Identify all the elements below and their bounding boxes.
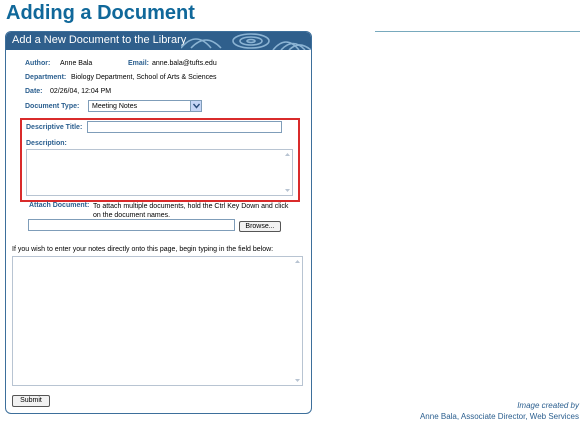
panel-header: Add a New Document to the Library xyxy=(6,32,311,50)
image-credit: Image created by Anne Bala, Associate Di… xyxy=(420,400,579,422)
chevron-down-icon xyxy=(193,103,200,109)
date-label: Date: xyxy=(25,88,43,95)
scroll-up-icon[interactable] xyxy=(284,151,291,158)
scroll-down-icon[interactable] xyxy=(284,187,291,194)
department-value: Biology Department, School of Arts & Sci… xyxy=(71,74,217,81)
description-label: Description: xyxy=(26,140,67,147)
swirl-decoration-icon xyxy=(181,33,311,50)
submit-button[interactable]: Submit xyxy=(12,395,50,407)
credit-line-2: Anne Bala, Associate Director, Web Servi… xyxy=(419,412,579,421)
notes-help-text: If you wish to enter your notes directly… xyxy=(12,246,274,253)
page-title: Adding a Document xyxy=(6,2,195,24)
author-value: Anne Bala xyxy=(60,60,93,67)
attach-help-text: To attach multiple documents, hold the C… xyxy=(93,203,289,219)
author-label: Author: xyxy=(25,60,51,67)
scroll-up-icon[interactable] xyxy=(294,258,301,265)
date-value: 02/26/04, 12:04 PM xyxy=(50,88,112,95)
description-textarea[interactable] xyxy=(26,149,293,196)
credit-line-1: Image created by xyxy=(517,401,579,410)
email-label: Email: xyxy=(128,60,150,67)
document-type-value: Meeting Notes xyxy=(92,103,138,110)
document-type-select[interactable]: Meeting Notes xyxy=(88,100,202,112)
browse-button[interactable]: Browse... xyxy=(239,221,281,232)
department-label: Department: xyxy=(25,74,67,81)
scroll-down-icon[interactable] xyxy=(294,377,301,384)
notes-textarea[interactable] xyxy=(12,256,303,386)
attach-file-input[interactable] xyxy=(28,219,235,231)
document-type-label: Document Type: xyxy=(25,103,80,110)
descriptive-title-input[interactable] xyxy=(87,121,282,133)
email-value: anne.bala@tufts.edu xyxy=(152,60,217,67)
panel-header-title: Add a New Document to the Library xyxy=(12,34,187,46)
divider-line xyxy=(375,31,580,32)
descriptive-title-label: Descriptive Title: xyxy=(26,124,83,131)
attach-document-label: Attach Document: xyxy=(29,202,90,209)
select-dropdown-button[interactable] xyxy=(190,101,201,111)
